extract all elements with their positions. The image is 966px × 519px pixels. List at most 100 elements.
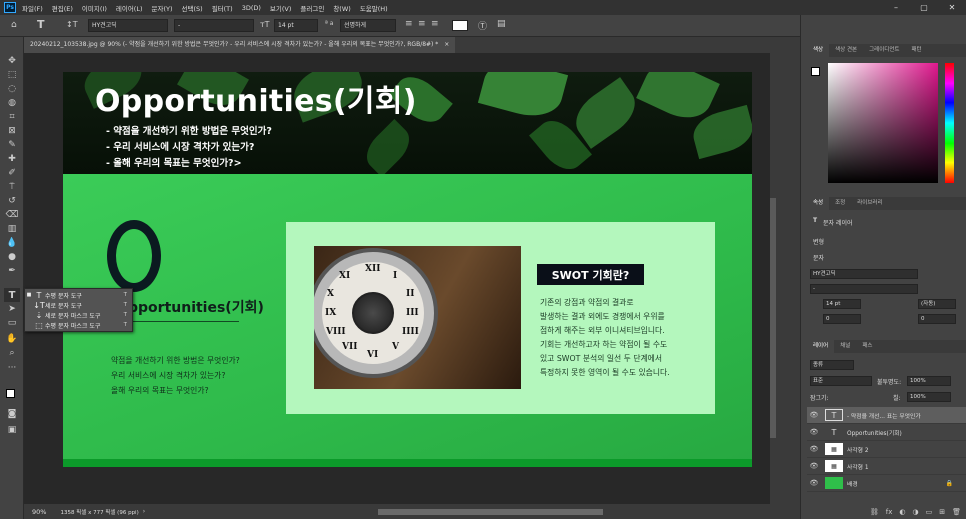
- menu-file[interactable]: 파일(F): [22, 3, 43, 13]
- font-style-select[interactable]: -: [174, 19, 254, 32]
- align-right-icon[interactable]: ≡: [431, 19, 439, 29]
- zoom-level[interactable]: 90%: [32, 508, 46, 516]
- quick-mask-icon[interactable]: ◙: [4, 407, 20, 421]
- layer-row[interactable]: 👁 ▦ 사각형 1: [807, 458, 966, 475]
- folder-icon[interactable]: ▭: [926, 508, 933, 516]
- fx-icon[interactable]: fx: [886, 508, 893, 516]
- tab-paths[interactable]: 패스: [856, 340, 878, 353]
- type-tool-icon[interactable]: T: [37, 18, 45, 31]
- foreground-color-swatch[interactable]: [6, 389, 15, 398]
- mask-icon[interactable]: ◐: [899, 508, 905, 516]
- quick-select-tool-icon[interactable]: ◍: [4, 96, 20, 110]
- document-tab[interactable]: 20240212_103538.jpg @ 90% (- 약점을 개선하기 위한…: [24, 37, 456, 53]
- scrollbar-thumb[interactable]: [770, 198, 776, 438]
- flyout-item-horizontal-type-mask[interactable]: ⬚ 수평 문자 마스크 도구 T: [25, 320, 132, 330]
- menu-view[interactable]: 보기(V): [270, 3, 291, 13]
- text-orientation-icon[interactable]: ↕T: [66, 20, 78, 29]
- horizontal-scrollbar-thumb[interactable]: [378, 509, 603, 515]
- flyout-item-horizontal-type[interactable]: ■ T 수평 문자 도구 T: [25, 290, 132, 300]
- warp-text-icon[interactable]: Ⓣ: [478, 19, 487, 32]
- home-icon[interactable]: ⌂: [11, 20, 17, 30]
- new-layer-icon[interactable]: ⊞: [939, 508, 945, 516]
- minimize-icon[interactable]: –: [882, 0, 910, 15]
- font-family-select[interactable]: HY견고딕: [88, 19, 168, 32]
- visibility-eye-icon[interactable]: 👁: [807, 462, 821, 470]
- close-icon[interactable]: ✕: [938, 0, 966, 15]
- char-font-size[interactable]: 14 pt: [823, 299, 861, 309]
- font-size-select[interactable]: 14 pt: [274, 19, 318, 32]
- tab-color[interactable]: 색상: [807, 44, 830, 57]
- character-section[interactable]: 문자: [813, 253, 824, 262]
- menu-select[interactable]: 선택(S): [182, 3, 203, 13]
- stamp-tool-icon[interactable]: ⍡: [4, 180, 20, 194]
- gradient-tool-icon[interactable]: ▥: [4, 222, 20, 236]
- visibility-eye-icon[interactable]: 👁: [807, 445, 821, 453]
- chevron-right-icon[interactable]: ›: [143, 508, 145, 515]
- eyedropper-tool-icon[interactable]: ✎: [4, 138, 20, 152]
- menu-filter[interactable]: 필터(T): [212, 3, 233, 13]
- document-info[interactable]: 1358 픽셀 x 777 픽셀 (96 ppi): [60, 508, 138, 516]
- vertical-scrollbar[interactable]: [770, 53, 800, 504]
- menu-3d[interactable]: 3D(D): [242, 4, 261, 12]
- layer-row[interactable]: 👁 ▦ 사각형 2: [807, 441, 966, 458]
- align-center-icon[interactable]: ≡: [418, 19, 426, 29]
- visibility-eye-icon[interactable]: 👁: [807, 411, 821, 419]
- layer-row[interactable]: 👁 T Opportunities(기회): [807, 424, 966, 441]
- fill-field[interactable]: 100%: [907, 392, 951, 402]
- more-tools-icon[interactable]: ···: [4, 361, 20, 375]
- eraser-tool-icon[interactable]: ⌫: [4, 208, 20, 222]
- char-leading[interactable]: (자동): [918, 299, 956, 309]
- maximize-icon[interactable]: ▢: [910, 0, 938, 15]
- opacity-field[interactable]: 100%: [907, 376, 951, 386]
- layer-kind-filter[interactable]: 종류: [810, 360, 854, 370]
- flyout-item-vertical-type-mask[interactable]: ⇣ 세로 문자 마스크 도구 T: [25, 310, 132, 320]
- panel-foreground-swatch[interactable]: [811, 67, 820, 76]
- screen-mode-icon[interactable]: ▣: [4, 423, 20, 437]
- document-canvas[interactable]: Opportunities(기회) - 약점을 개선하기 위한 방법은 무엇인가…: [63, 72, 752, 467]
- menu-edit[interactable]: 편집(E): [52, 3, 73, 13]
- tab-close-icon[interactable]: ×: [444, 41, 449, 48]
- blur-tool-icon[interactable]: 💧: [4, 236, 20, 250]
- dodge-tool-icon[interactable]: ●: [4, 250, 20, 264]
- menu-image[interactable]: 이미지(I): [82, 3, 107, 13]
- flyout-item-vertical-type[interactable]: ↓T 세로 문자 도구 T: [25, 300, 132, 310]
- adjustment-icon[interactable]: ◑: [913, 508, 919, 516]
- blend-mode-select[interactable]: 표준: [810, 376, 872, 386]
- marquee-tool-icon[interactable]: ⬚: [4, 68, 20, 82]
- menu-layer[interactable]: 레이어(L): [116, 3, 143, 13]
- tab-properties[interactable]: 속성: [807, 197, 830, 210]
- tab-gradients[interactable]: 그레이디언트: [863, 44, 905, 57]
- hue-slider[interactable]: [945, 63, 954, 183]
- rectangle-tool-icon[interactable]: ▭: [4, 316, 20, 330]
- char-kerning[interactable]: 0: [823, 314, 861, 324]
- transform-section[interactable]: 변형: [813, 237, 824, 246]
- tab-channels[interactable]: 채널: [834, 340, 856, 353]
- color-picker-field[interactable]: [828, 63, 938, 183]
- crop-tool-icon[interactable]: ⌗: [4, 110, 20, 124]
- visibility-eye-icon[interactable]: 👁: [807, 428, 821, 436]
- path-select-tool-icon[interactable]: ➤: [4, 302, 20, 316]
- visibility-eye-icon[interactable]: 👁: [807, 479, 821, 487]
- menu-window[interactable]: 창(W): [333, 3, 350, 13]
- link-icon[interactable]: ⛓: [870, 508, 879, 516]
- text-color-swatch[interactable]: [452, 20, 468, 31]
- tab-swatches[interactable]: 색상 견본: [829, 44, 863, 57]
- align-left-icon[interactable]: ≡: [405, 19, 413, 29]
- character-panel-icon[interactable]: ▤: [497, 19, 506, 29]
- trash-icon[interactable]: 🗑: [952, 508, 961, 516]
- tab-layers[interactable]: 레이어: [807, 340, 835, 353]
- char-font-family[interactable]: HY견고딕: [810, 269, 918, 279]
- layer-row[interactable]: 👁 T - 약점을 개선... 표는 무엇인가: [807, 407, 966, 424]
- history-brush-tool-icon[interactable]: ↺: [4, 194, 20, 208]
- menu-plugins[interactable]: 플러그인: [300, 3, 324, 13]
- menu-help[interactable]: 도움말(H): [360, 3, 388, 13]
- pen-tool-icon[interactable]: ✒: [4, 264, 20, 278]
- char-font-style[interactable]: -: [810, 284, 918, 294]
- layer-row[interactable]: 👁 배경 🔒: [807, 475, 966, 492]
- brush-tool-icon[interactable]: ✐: [4, 166, 20, 180]
- lasso-tool-icon[interactable]: ◌: [4, 82, 20, 96]
- tab-adjustments[interactable]: 조정: [829, 197, 851, 210]
- antialias-select[interactable]: 선명하게: [340, 19, 396, 32]
- menu-type[interactable]: 문자(Y): [152, 3, 173, 13]
- zoom-tool-icon[interactable]: ⌕: [4, 346, 20, 360]
